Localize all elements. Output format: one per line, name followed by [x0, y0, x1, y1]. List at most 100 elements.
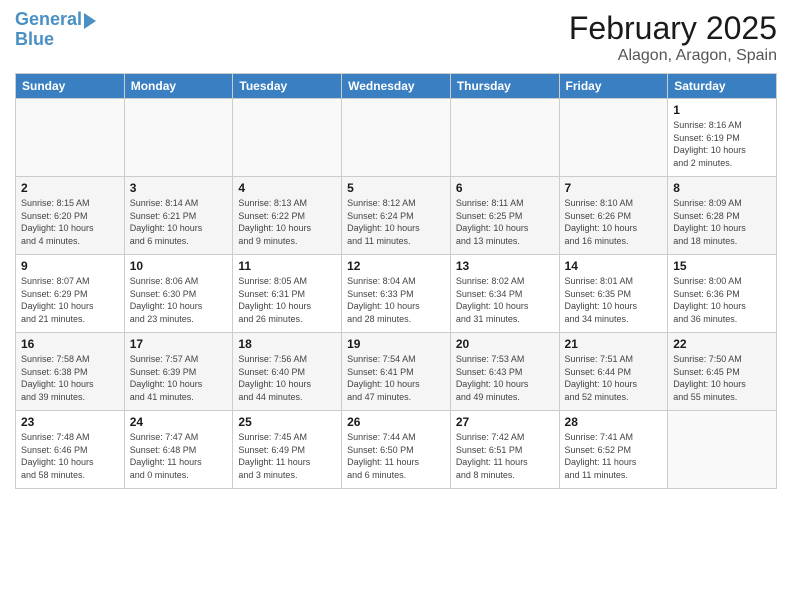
cell-day-number: 21 [565, 337, 663, 351]
cell-day-number: 24 [130, 415, 228, 429]
cell-day-number: 26 [347, 415, 445, 429]
col-monday: Monday [124, 74, 233, 99]
cell-info-text: Sunrise: 7:53 AM Sunset: 6:43 PM Dayligh… [456, 353, 554, 403]
table-row: 4Sunrise: 8:13 AM Sunset: 6:22 PM Daylig… [233, 177, 342, 255]
cell-info-text: Sunrise: 8:14 AM Sunset: 6:21 PM Dayligh… [130, 197, 228, 247]
table-row: 20 Sunrise: 7:53 AM Sunset: 6:43 PM Dayli… [450, 333, 559, 411]
cell-info-text: Sunrise: 7:57 AM Sunset: 6:39 PM Dayligh… [130, 353, 228, 403]
cell-info-text: Sunrise: 7:44 AM Sunset: 6:50 PM Dayligh… [347, 431, 445, 481]
cell-info-text: Sunrise: 8:00 AM Sunset: 6:36 PM Dayligh… [673, 275, 771, 325]
col-tuesday: Tuesday [233, 74, 342, 99]
cell-info-text: Sunrise: 7:58 AM Sunset: 6:38 PM Dayligh… [21, 353, 119, 403]
cell-day-number: 13 [456, 259, 554, 273]
col-friday: Friday [559, 74, 668, 99]
table-row: 13 Sunrise: 8:02 AM Sunset: 6:34 PM Dayli… [450, 255, 559, 333]
table-row: 22 Sunrise: 7:50 AM Sunset: 6:45 PM Dayli… [668, 333, 777, 411]
cell-day-number: 6 [456, 181, 554, 195]
table-row: 6 Sunrise: 8:11 AM Sunset: 6:25 PM Daylig… [450, 177, 559, 255]
cell-day-number: 15 [673, 259, 771, 273]
table-row: 9 Sunrise: 8:07 AM Sunset: 6:29 PM Daylig… [16, 255, 125, 333]
table-row: 1Sunrise: 8:16 AM Sunset: 6:19 PM Daylig… [668, 99, 777, 177]
table-row: 15 Sunrise: 8:00 AM Sunset: 6:36 PM Dayli… [668, 255, 777, 333]
cell-info-text: Sunrise: 8:04 AM Sunset: 6:33 PM Dayligh… [347, 275, 445, 325]
table-row: 12 Sunrise: 8:04 AM Sunset: 6:33 PM Dayli… [342, 255, 451, 333]
cell-info-text: Sunrise: 8:11 AM Sunset: 6:25 PM Dayligh… [456, 197, 554, 247]
table-row: 2 Sunrise: 8:15 AM Sunset: 6:20 PM Daylig… [16, 177, 125, 255]
table-row: 11 Sunrise: 8:05 AM Sunset: 6:31 PM Dayli… [233, 255, 342, 333]
cell-info-text: Sunrise: 8:15 AM Sunset: 6:20 PM Dayligh… [21, 197, 119, 247]
cell-day-number: 17 [130, 337, 228, 351]
logo: General Blue [15, 10, 96, 50]
cell-info-text: Sunrise: 8:06 AM Sunset: 6:30 PM Dayligh… [130, 275, 228, 325]
title-block: February 2025 Alagon, Aragon, Spain [569, 10, 777, 65]
cell-info-text: Sunrise: 7:54 AM Sunset: 6:41 PM Dayligh… [347, 353, 445, 403]
cell-day-number: 27 [456, 415, 554, 429]
table-row [450, 99, 559, 177]
cell-day-number: 28 [565, 415, 663, 429]
table-row: 27 Sunrise: 7:42 AM Sunset: 6:51 PM Dayli… [450, 411, 559, 489]
cell-info-text: Sunrise: 7:50 AM Sunset: 6:45 PM Dayligh… [673, 353, 771, 403]
table-row: 28Sunrise: 7:41 AM Sunset: 6:52 PM Dayli… [559, 411, 668, 489]
cell-info-text: Sunrise: 8:02 AM Sunset: 6:34 PM Dayligh… [456, 275, 554, 325]
calendar-week-row: 2 Sunrise: 8:15 AM Sunset: 6:20 PM Daylig… [16, 177, 777, 255]
cell-day-number: 2 [21, 181, 119, 195]
cell-info-text: Sunrise: 8:07 AM Sunset: 6:29 PM Dayligh… [21, 275, 119, 325]
table-row: 26 Sunrise: 7:44 AM Sunset: 6:50 PM Dayli… [342, 411, 451, 489]
cell-day-number: 1 [673, 103, 771, 117]
calendar-week-row: 1Sunrise: 8:16 AM Sunset: 6:19 PM Daylig… [16, 99, 777, 177]
cell-info-text: Sunrise: 8:10 AM Sunset: 6:26 PM Dayligh… [565, 197, 663, 247]
cell-info-text: Sunrise: 7:56 AM Sunset: 6:40 PM Dayligh… [238, 353, 336, 403]
col-thursday: Thursday [450, 74, 559, 99]
cell-day-number: 10 [130, 259, 228, 273]
table-row: 5 Sunrise: 8:12 AM Sunset: 6:24 PM Daylig… [342, 177, 451, 255]
cell-day-number: 8 [673, 181, 771, 195]
table-row [668, 411, 777, 489]
table-row: 21 Sunrise: 7:51 AM Sunset: 6:44 PM Dayli… [559, 333, 668, 411]
cell-info-text: Sunrise: 7:45 AM Sunset: 6:49 PM Dayligh… [238, 431, 336, 481]
cell-day-number: 3 [130, 181, 228, 195]
cell-day-number: 12 [347, 259, 445, 273]
cell-day-number: 4 [238, 181, 336, 195]
col-saturday: Saturday [668, 74, 777, 99]
logo-subtext: Blue [15, 30, 54, 50]
table-row [342, 99, 451, 177]
cell-day-number: 11 [238, 259, 336, 273]
cell-day-number: 22 [673, 337, 771, 351]
cell-day-number: 16 [21, 337, 119, 351]
cell-day-number: 20 [456, 337, 554, 351]
page: General Blue February 2025 Alagon, Arago… [0, 0, 792, 612]
table-row [16, 99, 125, 177]
table-row: 24 Sunrise: 7:47 AM Sunset: 6:48 PM Dayli… [124, 411, 233, 489]
cell-info-text: Sunrise: 7:51 AM Sunset: 6:44 PM Dayligh… [565, 353, 663, 403]
table-row [233, 99, 342, 177]
table-row: 10 Sunrise: 8:06 AM Sunset: 6:30 PM Dayli… [124, 255, 233, 333]
table-row: 14Sunrise: 8:01 AM Sunset: 6:35 PM Dayli… [559, 255, 668, 333]
calendar-subtitle: Alagon, Aragon, Spain [569, 47, 777, 65]
header: General Blue February 2025 Alagon, Arago… [15, 10, 777, 65]
col-sunday: Sunday [16, 74, 125, 99]
cell-info-text: Sunrise: 8:01 AM Sunset: 6:35 PM Dayligh… [565, 275, 663, 325]
cell-day-number: 7 [565, 181, 663, 195]
cell-info-text: Sunrise: 8:12 AM Sunset: 6:24 PM Dayligh… [347, 197, 445, 247]
logo-text: General [15, 10, 82, 30]
cell-day-number: 5 [347, 181, 445, 195]
table-row: 17 Sunrise: 7:57 AM Sunset: 6:39 PM Dayli… [124, 333, 233, 411]
table-row: 3 Sunrise: 8:14 AM Sunset: 6:21 PM Daylig… [124, 177, 233, 255]
cell-info-text: Sunrise: 7:47 AM Sunset: 6:48 PM Dayligh… [130, 431, 228, 481]
table-row: 25 Sunrise: 7:45 AM Sunset: 6:49 PM Dayli… [233, 411, 342, 489]
cell-info-text: Sunrise: 7:42 AM Sunset: 6:51 PM Dayligh… [456, 431, 554, 481]
calendar-week-row: 23Sunrise: 7:48 AM Sunset: 6:46 PM Dayli… [16, 411, 777, 489]
table-row: 23Sunrise: 7:48 AM Sunset: 6:46 PM Dayli… [16, 411, 125, 489]
table-row [559, 99, 668, 177]
col-wednesday: Wednesday [342, 74, 451, 99]
calendar-week-row: 9 Sunrise: 8:07 AM Sunset: 6:29 PM Daylig… [16, 255, 777, 333]
cell-info-text: Sunrise: 7:48 AM Sunset: 6:46 PM Dayligh… [21, 431, 119, 481]
cell-info-text: Sunrise: 8:05 AM Sunset: 6:31 PM Dayligh… [238, 275, 336, 325]
cell-day-number: 25 [238, 415, 336, 429]
cell-day-number: 9 [21, 259, 119, 273]
cell-info-text: Sunrise: 8:09 AM Sunset: 6:28 PM Dayligh… [673, 197, 771, 247]
table-row: 16 Sunrise: 7:58 AM Sunset: 6:38 PM Dayli… [16, 333, 125, 411]
table-row: 7 Sunrise: 8:10 AM Sunset: 6:26 PM Daylig… [559, 177, 668, 255]
calendar-table: Sunday Monday Tuesday Wednesday Thursday… [15, 73, 777, 489]
logo-arrow-icon [84, 13, 96, 29]
